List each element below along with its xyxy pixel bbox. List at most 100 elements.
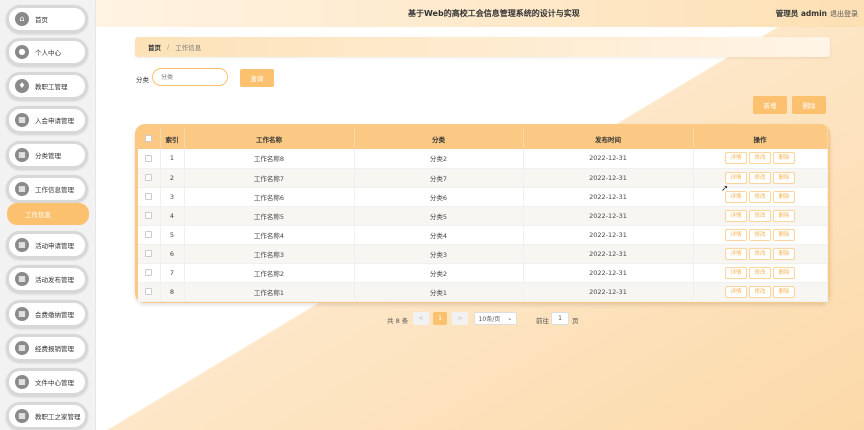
header-actions: 操作 xyxy=(693,128,828,149)
breadcrumb: 首页 / 工作信息 xyxy=(135,37,830,57)
sidebar-item[interactable]: ● 个人中心 xyxy=(6,38,88,66)
app-title: 基于Web的高校工会信息管理系统的设计与实现 xyxy=(408,9,580,18)
grid-icon: ▦ xyxy=(15,272,29,286)
row-checkbox[interactable] xyxy=(145,212,153,219)
cell-category: 分类2 xyxy=(354,149,524,169)
cell-date: 2022-12-31 xyxy=(523,187,694,207)
row-checkbox[interactable] xyxy=(145,193,153,200)
cell-category: 分类1 xyxy=(354,282,524,302)
cell-name: 工作名称1 xyxy=(184,282,355,302)
row-select[interactable] xyxy=(138,282,161,302)
cell-index: 5 xyxy=(160,225,185,245)
detail-button[interactable]: 详情 xyxy=(725,209,747,222)
batch-delete-button[interactable]: 删除 xyxy=(792,96,826,114)
delete-button[interactable]: 删除 xyxy=(773,190,795,203)
cell-category: 分类4 xyxy=(354,225,524,245)
add-button[interactable]: 新增 xyxy=(753,96,787,114)
sidebar-item[interactable]: ▦ 经费报销管理 xyxy=(6,334,88,362)
edit-button[interactable]: 修改 xyxy=(749,209,771,222)
cell-name: 工作名称4 xyxy=(184,225,355,245)
row-checkbox[interactable] xyxy=(145,231,153,238)
detail-button[interactable]: 详情 xyxy=(725,285,747,298)
sidebar-item[interactable]: ▦ 入会申请管理 xyxy=(6,106,88,134)
edit-button[interactable]: 修改 xyxy=(749,171,771,184)
detail-button[interactable]: 详情 xyxy=(725,171,747,184)
grid-icon: ▦ xyxy=(15,148,29,162)
delete-button[interactable]: 删除 xyxy=(773,152,795,165)
sidebar-item[interactable]: ▦ 教职工之家管理 xyxy=(6,402,88,430)
edit-button[interactable]: 修改 xyxy=(749,266,771,279)
header-category: 分类 xyxy=(354,128,524,149)
cell-name: 工作名称6 xyxy=(184,187,355,207)
detail-button[interactable]: 详情 xyxy=(725,266,747,279)
detail-button[interactable]: 详情 xyxy=(725,247,747,260)
delete-button[interactable]: 删除 xyxy=(773,285,795,298)
sidebar-item-label: 经费报销管理 xyxy=(35,345,74,353)
cell-actions: 详情 修改 删除 xyxy=(693,187,828,207)
cell-date: 2022-12-31 xyxy=(523,168,694,188)
row-checkbox[interactable] xyxy=(145,269,153,276)
goto-page-input[interactable]: 1 xyxy=(551,312,569,325)
delete-button[interactable]: 删除 xyxy=(773,209,795,222)
row-select[interactable] xyxy=(138,206,161,226)
sidebar-item-label: 教职工管理 xyxy=(35,83,68,91)
cell-actions: 详情 修改 删除 xyxy=(693,244,828,264)
breadcrumb-home[interactable]: 首页 xyxy=(148,42,161,52)
row-checkbox[interactable] xyxy=(145,174,153,181)
row-checkbox[interactable] xyxy=(145,154,153,162)
delete-button[interactable]: 删除 xyxy=(773,247,795,260)
sidebar-item[interactable]: ▦ 分类管理 xyxy=(6,141,88,169)
sidebar-item-label: 文件中心管理 xyxy=(35,379,74,387)
home-icon: ⌂ xyxy=(15,12,29,26)
page-1-button[interactable]: 1 xyxy=(433,312,447,325)
prev-page-button[interactable]: < xyxy=(413,312,429,325)
row-checkbox[interactable] xyxy=(145,250,153,257)
row-select[interactable] xyxy=(138,225,161,245)
cell-actions: 详情 修改 删除 xyxy=(693,225,828,245)
sidebar-item[interactable]: ▦ 工作信息管理 xyxy=(6,175,88,203)
row-select[interactable] xyxy=(138,187,161,207)
search-button[interactable]: 查询 xyxy=(240,69,274,87)
row-select[interactable] xyxy=(138,149,161,169)
table-panel: 索引 工作名称 分类 发布时间 操作 1 工作名称8 分类2 2022-12-31 详情… xyxy=(135,124,830,303)
edit-button[interactable]: 修改 xyxy=(749,247,771,260)
edit-button[interactable]: 修改 xyxy=(749,152,771,165)
delete-button[interactable]: 删除 xyxy=(773,266,795,279)
row-select[interactable] xyxy=(138,263,161,283)
edit-button[interactable]: 修改 xyxy=(749,190,771,203)
grid-icon: ▦ xyxy=(15,307,29,321)
sidebar-subitem-active[interactable]: 工作信息 xyxy=(7,203,89,225)
search-label: 分类 xyxy=(136,76,149,84)
current-user: 管理员 admin xyxy=(775,9,827,18)
cell-name: 工作名称3 xyxy=(184,244,355,264)
sidebar-item[interactable]: ▦ 活动发布管理 xyxy=(6,265,88,293)
sidebar-item[interactable]: ▦ 活动申请管理 xyxy=(6,231,88,259)
cell-actions: 详情 修改 删除 xyxy=(693,263,828,283)
delete-button[interactable]: 删除 xyxy=(773,228,795,241)
category-search-input[interactable] xyxy=(152,68,228,86)
sidebar-item[interactable]: ♦ 教职工管理 xyxy=(6,72,88,100)
cell-name: 工作名称2 xyxy=(184,263,355,283)
select-all-header[interactable] xyxy=(138,128,161,149)
row-checkbox[interactable] xyxy=(145,288,153,295)
header-index: 索引 xyxy=(160,128,185,149)
select-all-checkbox[interactable] xyxy=(145,135,153,142)
row-select[interactable] xyxy=(138,168,161,188)
sidebar-item[interactable]: ▦ 会费缴纳管理 xyxy=(6,300,88,328)
sidebar-item[interactable]: ▦ 文件中心管理 xyxy=(6,368,88,396)
logout-link[interactable]: 退出登录 xyxy=(830,9,858,19)
sidebar-item[interactable]: ⌂ 首页 xyxy=(6,5,88,33)
edit-button[interactable]: 修改 xyxy=(749,228,771,241)
detail-button[interactable]: 详情 xyxy=(725,152,747,165)
delete-button[interactable]: 删除 xyxy=(773,171,795,184)
next-page-button[interactable]: > xyxy=(452,312,468,325)
grid-icon: ▦ xyxy=(15,113,29,127)
table-row: 8 工作名称1 分类1 2022-12-31 详情 修改 删除 xyxy=(138,282,828,302)
page-size-select[interactable]: 10条/页 ⌄ xyxy=(474,312,517,325)
grid-icon: ▦ xyxy=(15,182,29,196)
cell-index: 6 xyxy=(160,244,185,264)
row-select[interactable] xyxy=(138,244,161,264)
detail-button[interactable]: 详情 xyxy=(725,228,747,241)
edit-button[interactable]: 修改 xyxy=(749,285,771,298)
sidebar-item-label: 首页 xyxy=(35,16,48,24)
